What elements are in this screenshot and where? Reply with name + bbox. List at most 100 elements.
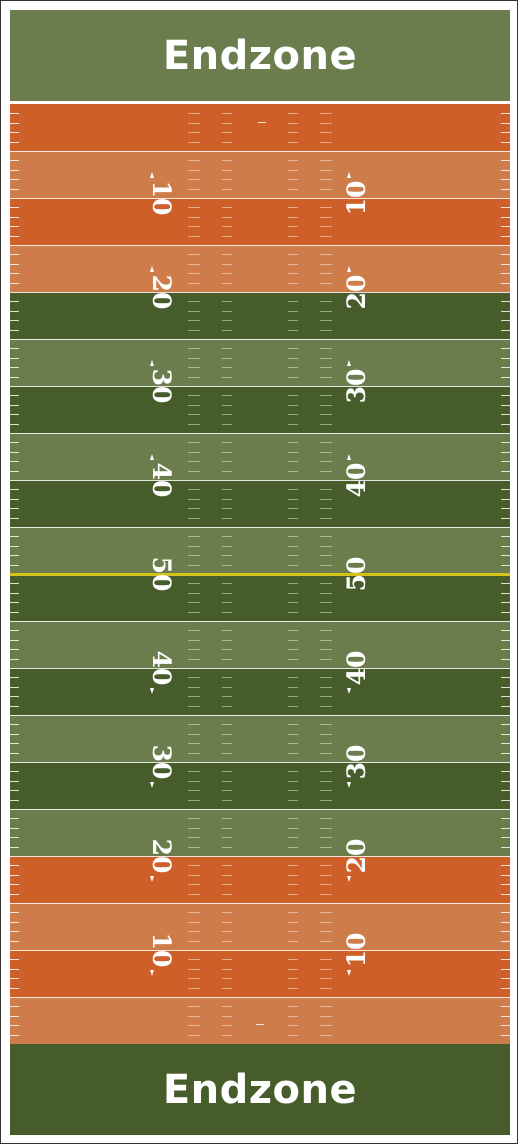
- sideline-hash-left: [10, 602, 19, 604]
- inbound-hash-left-inner: [222, 310, 232, 312]
- sideline-hash-left: [10, 357, 19, 359]
- inbound-hash-right-inner: [288, 273, 298, 275]
- inbound-hash-right-inner: [288, 724, 298, 726]
- inbound-hash-left-outer: [188, 301, 200, 303]
- sideline-hash-right: [501, 320, 510, 322]
- inbound-hash-left-inner: [222, 216, 232, 218]
- field-band: [10, 433, 510, 480]
- arrow-up-icon: [347, 360, 351, 366]
- inbound-hash-left-inner: [222, 724, 232, 726]
- yard-line: [10, 856, 510, 857]
- inbound-hash-right-inner: [288, 630, 298, 632]
- inbound-hash-left-outer: [188, 1034, 200, 1036]
- inbound-hash-right-inner: [288, 696, 298, 698]
- inbound-hash-right-outer: [320, 376, 332, 378]
- sideline-hash-left: [10, 254, 19, 256]
- inbound-hash-left-outer: [188, 583, 200, 585]
- inbound-hash-right-outer: [320, 329, 332, 331]
- sideline-hash-left: [10, 705, 19, 707]
- inbound-hash-left-outer: [188, 461, 200, 463]
- inbound-hash-left-outer: [188, 508, 200, 510]
- sideline-hash-left: [10, 686, 19, 688]
- inbound-hash-right-outer: [320, 461, 332, 463]
- sideline-hash-right: [501, 583, 510, 585]
- inbound-hash-left-inner: [222, 235, 232, 237]
- sideline-hash-left: [10, 310, 19, 312]
- sideline-hash-right: [501, 865, 510, 867]
- inbound-hash-left-inner: [222, 226, 232, 228]
- inbound-hash-right-outer: [320, 743, 332, 745]
- inbound-hash-left-inner: [222, 357, 232, 359]
- inbound-hash-left-inner: [222, 395, 232, 397]
- sideline-hash-left: [10, 555, 19, 557]
- inbound-hash-left-inner: [222, 564, 232, 566]
- sideline-hash-left: [10, 931, 19, 933]
- field-band: [10, 151, 510, 198]
- sideline-hash-right: [501, 592, 510, 594]
- inbound-hash-left-outer: [188, 451, 200, 453]
- yard-line: [10, 762, 510, 763]
- inbound-hash-right-inner: [288, 827, 298, 829]
- midfield-line: [10, 573, 510, 576]
- sideline-hash-right: [501, 207, 510, 209]
- inbound-hash-left-inner: [222, 132, 232, 134]
- inbound-hash-left-inner: [222, 630, 232, 632]
- inbound-hash-right-outer: [320, 677, 332, 679]
- inbound-hash-right-inner: [288, 602, 298, 604]
- sideline-hash-left: [10, 508, 19, 510]
- sideline-hash-left: [10, 273, 19, 275]
- sideline-hash-right: [501, 686, 510, 688]
- arrow-down-icon: [150, 782, 154, 788]
- sideline-hash-right: [501, 874, 510, 876]
- inbound-hash-right-inner: [288, 865, 298, 867]
- inbound-hash-right-inner: [288, 921, 298, 923]
- sideline-hash-right: [501, 404, 510, 406]
- sideline-hash-right: [501, 451, 510, 453]
- inbound-hash-right-inner: [288, 348, 298, 350]
- yard-line: [10, 339, 510, 340]
- inbound-hash-left-outer: [188, 179, 200, 181]
- sideline-hash-left: [10, 122, 19, 124]
- sideline-hash-left: [10, 188, 19, 190]
- inbound-hash-right-outer: [320, 865, 332, 867]
- sideline-hash-right: [501, 310, 510, 312]
- inbound-hash-left-outer: [188, 799, 200, 801]
- inbound-hash-right-outer: [320, 818, 332, 820]
- yard-number-right: 20: [341, 838, 371, 874]
- inbound-hash-left-inner: [222, 536, 232, 538]
- inbound-hash-left-outer: [188, 132, 200, 134]
- inbound-hash-right-inner: [288, 169, 298, 171]
- sideline-hash-right: [501, 263, 510, 265]
- inbound-hash-right-outer: [320, 874, 332, 876]
- inbound-hash-left-inner: [222, 508, 232, 510]
- sideline-hash-left: [10, 207, 19, 209]
- field-band: [10, 809, 510, 856]
- inbound-hash-right-outer: [320, 940, 332, 942]
- sideline-hash-left: [10, 489, 19, 491]
- sideline-hash-right: [501, 536, 510, 538]
- sideline-hash-left: [10, 592, 19, 594]
- inbound-hash-left-outer: [188, 931, 200, 933]
- sideline-hash-left: [10, 263, 19, 265]
- arrow-up-icon: [150, 454, 154, 460]
- sideline-hash-right: [501, 968, 510, 970]
- inbound-hash-right-inner: [288, 611, 298, 613]
- inbound-hash-right-outer: [320, 263, 332, 265]
- inbound-hash-left-outer: [188, 273, 200, 275]
- inbound-hash-left-inner: [222, 583, 232, 585]
- inbound-hash-left-outer: [188, 207, 200, 209]
- sideline-hash-left: [10, 169, 19, 171]
- arrow-up-icon: [347, 454, 351, 460]
- sideline-hash-right: [501, 376, 510, 378]
- field-band: [10, 903, 510, 950]
- inbound-hash-left-outer: [188, 282, 200, 284]
- inbound-hash-left-inner: [222, 705, 232, 707]
- sideline-hash-right: [501, 489, 510, 491]
- inbound-hash-right-outer: [320, 451, 332, 453]
- sideline-hash-left: [10, 583, 19, 585]
- inbound-hash-left-inner: [222, 677, 232, 679]
- inbound-hash-left-outer: [188, 160, 200, 162]
- sideline-hash-left: [10, 780, 19, 782]
- inbound-hash-left-outer: [188, 536, 200, 538]
- inbound-hash-right-outer: [320, 1034, 332, 1036]
